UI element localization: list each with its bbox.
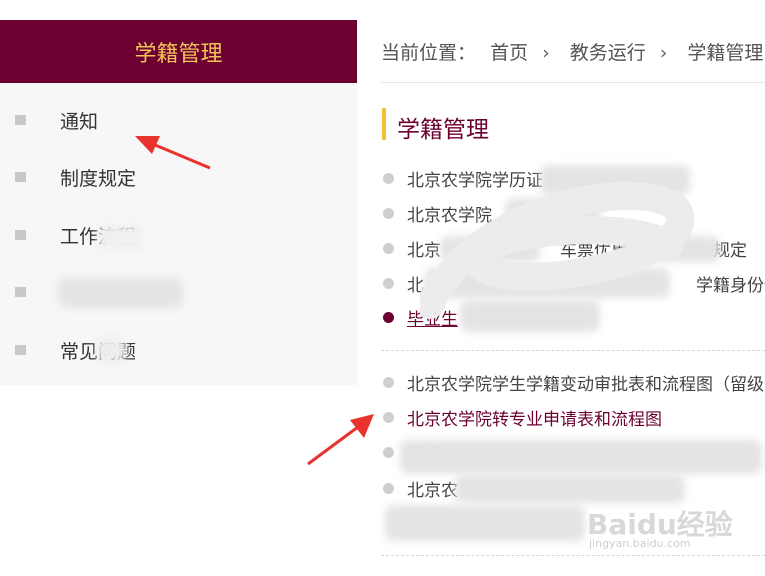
sidebar-header: 学籍管理: [0, 20, 357, 83]
square-bullet-icon: [15, 345, 26, 355]
divider: [381, 82, 765, 83]
list-item[interactable]: 北京农学院学生学籍变动审批表和流程图（留级: [381, 367, 765, 397]
page-title: 学籍管理: [397, 117, 489, 143]
breadcrumb-current: 学籍管理: [687, 42, 764, 64]
watermark-subtext: jingyan.baidu.com: [589, 537, 691, 550]
title-accent-bar: [382, 108, 386, 140]
sidebar: 学籍管理 通知 制度规定 工作流程 常见问题: [0, 20, 357, 385]
privacy-blur: [385, 505, 585, 541]
list-item-link[interactable]: 北京农学院转专业申请表和流程图: [407, 405, 662, 430]
circle-bullet-icon: [383, 242, 394, 254]
annotation-arrow-icon: [307, 414, 374, 466]
circle-bullet-icon: [383, 376, 394, 388]
square-bullet-icon: [15, 287, 26, 297]
breadcrumb-home-link[interactable]: 首页: [490, 42, 528, 64]
circle-bullet-icon: [383, 172, 394, 184]
square-bullet-icon: [15, 115, 26, 125]
privacy-blur: [96, 338, 126, 362]
chevron-right-icon: ›: [542, 42, 550, 64]
sidebar-item-label: 制度规定: [60, 167, 137, 190]
breadcrumb-prefix: 当前位置：: [381, 42, 477, 64]
sidebar-title: 学籍管理: [134, 41, 223, 67]
circle-bullet-icon: [383, 311, 394, 323]
circle-bullet-icon: [383, 277, 394, 289]
baidu-watermark-logo: Baidu经验 jingyan.baidu.com: [587, 495, 762, 555]
list-item-link[interactable]: 北京农学院学生学籍变动审批表和流程图（留级: [407, 370, 764, 395]
sidebar-item-faq[interactable]: 常见问题: [0, 330, 357, 370]
circle-bullet-icon: [383, 446, 394, 458]
circle-bullet-icon: [383, 482, 394, 494]
dashed-divider: [381, 555, 765, 556]
privacy-blur: [400, 440, 762, 474]
chevron-right-icon: ›: [659, 42, 668, 64]
scribble-mark-icon: [420, 182, 695, 319]
square-bullet-icon: [15, 230, 26, 240]
privacy-blur: [58, 278, 183, 308]
list-item[interactable]: 北京农学院转专业申请表和流程图: [381, 402, 765, 432]
breadcrumb: 当前位置： 首页 › 教务运行 › 学籍管理: [381, 38, 765, 65]
breadcrumb-academic-link[interactable]: 教务运行: [570, 42, 646, 64]
annotation-arrow-icon: [135, 136, 211, 170]
list-item-link[interactable]: 北京农: [407, 476, 458, 501]
circle-bullet-icon: [383, 411, 394, 423]
circle-bullet-icon: [383, 207, 394, 219]
dashed-divider: [381, 350, 765, 351]
square-bullet-icon: [15, 172, 26, 182]
sidebar-item-workflow[interactable]: 工作流程: [0, 215, 357, 255]
sidebar-item-label: 通知: [60, 110, 99, 133]
privacy-blur: [98, 225, 143, 251]
